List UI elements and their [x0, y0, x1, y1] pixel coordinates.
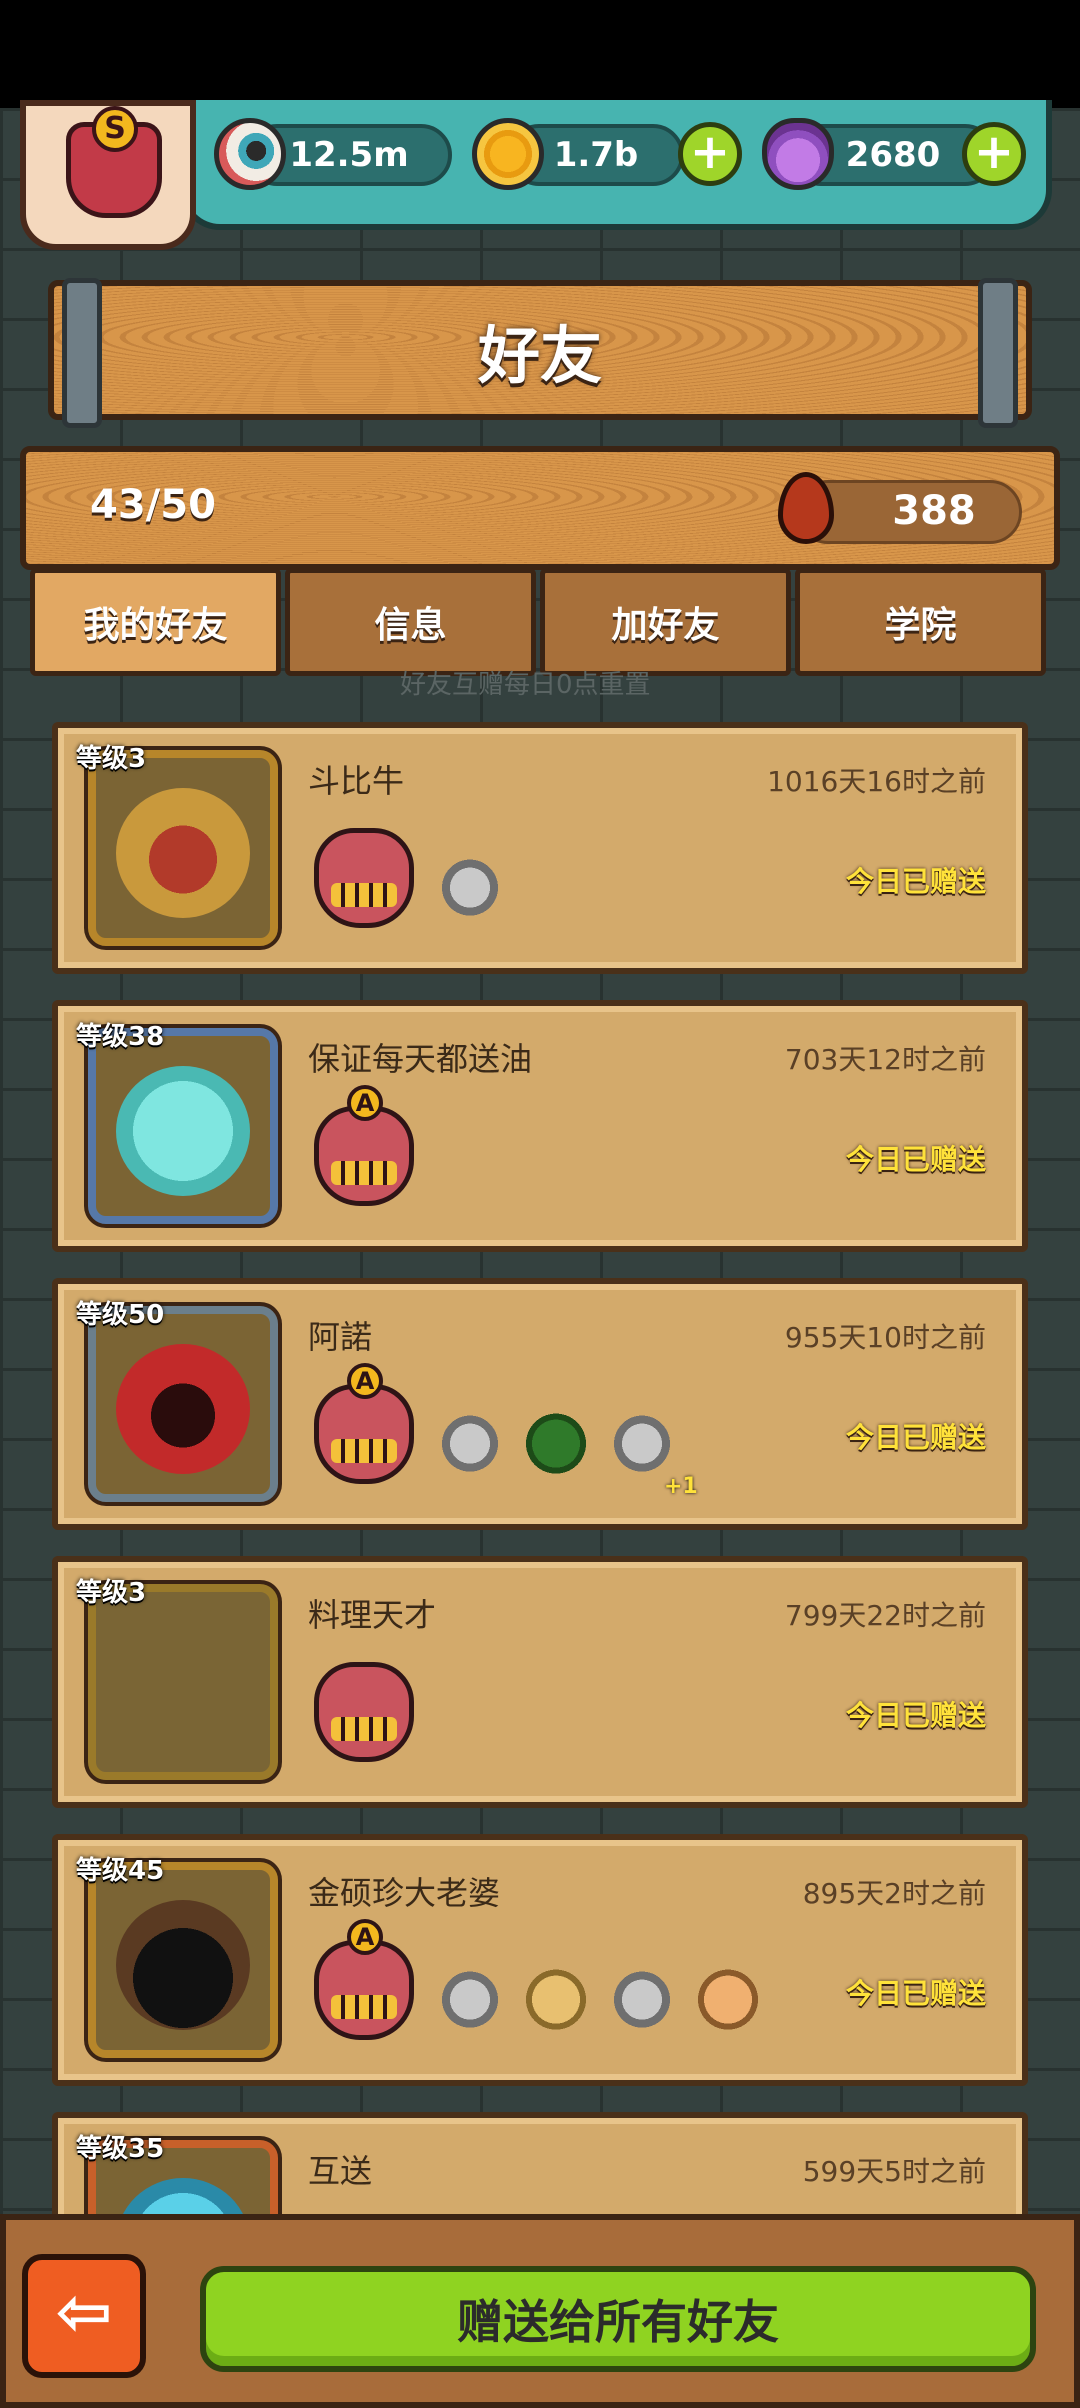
more-pets-count: +1: [664, 1474, 698, 1499]
pet-icon: [520, 1960, 592, 2032]
friend-avatar[interactable]: [88, 750, 278, 946]
friend-avatar[interactable]: [88, 1306, 278, 1502]
coin-icon: [472, 118, 544, 190]
tab-academy[interactable]: 学院: [795, 568, 1046, 676]
tab-add-friend[interactable]: 加好友: [540, 568, 791, 676]
pet-icon: [434, 848, 506, 920]
friend-name: 保证每天都送油: [308, 1040, 533, 1078]
ghost-face-icon: [116, 1066, 250, 1196]
mouth-face-icon: [116, 1344, 250, 1474]
title-board: 好友: [48, 278, 1032, 428]
friend-level: 等级35: [76, 2134, 165, 2164]
friend-pets: [434, 1404, 678, 1476]
gift-all-button[interactable]: 赠送给所有好友: [200, 2266, 1036, 2372]
pet-icon: [434, 1404, 506, 1476]
friend-level: 等级3: [76, 744, 147, 774]
reset-hint: 好友互赠每日0点重置: [400, 670, 651, 700]
friend-card[interactable]: 等级38 保证每天都送油 703天12时之前 今日已赠送 A: [52, 1000, 1028, 1252]
tab-messages[interactable]: 信息: [285, 568, 536, 676]
status-bar: [0, 0, 1080, 108]
friend-name: 料理天才: [308, 1596, 437, 1634]
friend-name: 金硕珍大老婆: [308, 1874, 501, 1912]
player-avatar[interactable]: S: [20, 100, 196, 250]
friend-name: 阿諾: [308, 1318, 373, 1356]
friend-name: 斗比牛: [308, 762, 405, 800]
friend-level: 等级45: [76, 1856, 165, 1886]
pet-icon: [692, 1960, 764, 2032]
friend-count-board: 43/50 388: [20, 446, 1060, 570]
friend-monster-badge: A: [314, 1363, 414, 1484]
right-bracket-icon: [978, 278, 1018, 428]
friend-level: 等级3: [76, 1578, 147, 1608]
friend-card[interactable]: 等级3 料理天才 799天22时之前 今日已赠送: [52, 1556, 1028, 1808]
gift-status: 今日已赠送: [845, 1421, 986, 1454]
add-potions-button[interactable]: +: [962, 122, 1026, 186]
eye-icon: [214, 118, 286, 190]
dark-monster-face-icon: [116, 1900, 250, 2030]
gift-status: 今日已赠送: [845, 1143, 986, 1176]
pet-icon: [434, 1960, 506, 2032]
friend-last-seen: 799天22时之前: [784, 1599, 986, 1632]
gift-status: 今日已赠送: [845, 865, 986, 898]
friend-avatar[interactable]: [88, 1028, 278, 1224]
tree-pet-icon: [520, 1404, 592, 1476]
friend-level: 等级38: [76, 1022, 165, 1052]
friend-pets: [434, 848, 506, 920]
friend-last-seen: 703天12时之前: [784, 1043, 986, 1076]
friend-avatar[interactable]: [88, 1584, 278, 1780]
pet-icon: [606, 1960, 678, 2032]
friend-monster-badge: [314, 1662, 414, 1762]
potion-icon: [762, 118, 834, 190]
back-button[interactable]: ⇦: [22, 2254, 146, 2378]
monkey-face-icon: [116, 788, 250, 918]
friend-card[interactable]: 等级3 斗比牛 1016天16时之前 今日已赠送: [52, 722, 1028, 974]
friend-card[interactable]: 等级45 金硕珍大老婆 895天2时之前 今日已赠送 A: [52, 1834, 1028, 2086]
friend-pets: [434, 1960, 764, 2032]
friend-last-seen: 599天5时之前: [802, 2155, 986, 2188]
left-bracket-icon: [62, 278, 102, 428]
friend-monster-badge: [314, 828, 414, 928]
gift-status: 今日已赠送: [845, 1977, 986, 2010]
friend-monster-badge: A: [314, 1919, 414, 2040]
friend-last-seen: 955天10时之前: [784, 1321, 986, 1354]
friend-name: 互送: [308, 2152, 373, 2190]
friend-avatar[interactable]: [88, 1862, 278, 2058]
pet-icon: [606, 1404, 678, 1476]
gift-status: 今日已赠送: [845, 1699, 986, 1732]
add-coins-button[interactable]: +: [678, 122, 742, 186]
friend-last-seen: 895天2时之前: [802, 1877, 986, 1910]
friend-card[interactable]: 等级50 阿諾 955天10时之前 今日已赠送 A +1: [52, 1278, 1028, 1530]
friend-last-seen: 1016天16时之前: [767, 765, 986, 798]
tab-bar: 我的好友 信息 加好友 学院: [30, 568, 1050, 676]
player-rank-letter: S: [92, 106, 138, 152]
tab-my-friends[interactable]: 我的好友: [30, 568, 281, 676]
friend-level: 等级50: [76, 1300, 165, 1330]
friend-monster-badge: A: [314, 1085, 414, 1206]
friend-count: 43/50: [90, 482, 216, 528]
page-title: 好友: [477, 319, 602, 392]
